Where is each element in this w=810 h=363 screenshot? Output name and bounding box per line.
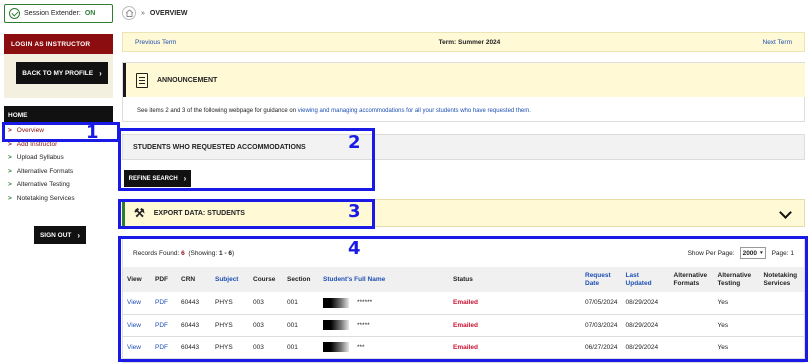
accommodations-guidance-link[interactable]: viewing and managing accommodations for … (298, 108, 531, 114)
annotation-box-2 (118, 128, 375, 191)
sidebar-item-notetaking-services[interactable]: > Notetaking Services (4, 192, 116, 206)
check-circle-icon (9, 8, 20, 19)
session-extender-state: ON (84, 10, 96, 17)
back-to-profile-label: BACK TO MY PROFILE (22, 69, 94, 77)
document-icon (136, 72, 148, 88)
sidebar-item-label: Upload Syllabus (16, 154, 64, 162)
announcement-header: ANNOUNCEMENT (123, 63, 805, 97)
sidebar-item-alternative-testing[interactable]: > Alternative Testing (4, 178, 116, 192)
annotation-box-1 (2, 122, 120, 142)
annotation-number-4: 4 (348, 238, 361, 259)
annotation-box-3 (118, 199, 375, 229)
sign-out-label: SIGN OUT (39, 231, 72, 239)
annotation-number-3: 3 (348, 201, 361, 222)
instructor-panel: LOGIN AS INSTRUCTOR BACK TO MY PROFILE › (4, 34, 113, 98)
sign-out-button[interactable]: SIGN OUT › (34, 226, 86, 244)
chevron-right-icon: > (8, 181, 12, 189)
home-icon[interactable] (122, 6, 136, 20)
term-navigation: Previous Term Term: Summer 2024 Next Ter… (122, 32, 805, 52)
annotation-box-4 (118, 236, 808, 362)
announcement-panel: ANNOUNCEMENT See items 2 and 3 of the fo… (122, 62, 805, 122)
breadcrumb: » OVERVIEW (122, 6, 188, 20)
announcement-title: ANNOUNCEMENT (157, 76, 218, 84)
chevron-right-icon: › (99, 68, 102, 78)
annotation-number-2: 2 (348, 132, 361, 153)
chevron-right-icon: > (8, 167, 12, 175)
previous-term-link[interactable]: Previous Term (135, 39, 176, 46)
sidebar: Session Extender: ON LOGIN AS INSTRUCTOR… (0, 0, 116, 363)
announcement-text: See items 2 and 3 of the following webpa… (137, 108, 531, 114)
chevron-right-icon: > (8, 194, 12, 202)
chevron-down-icon[interactable] (779, 206, 792, 219)
next-term-link[interactable]: Next Term (763, 39, 793, 46)
sidebar-item-alternative-formats[interactable]: > Alternative Formats (4, 165, 116, 179)
breadcrumb-separator: » (141, 9, 145, 17)
sidebar-item-label: Alternative Testing (16, 181, 70, 189)
session-extender-label: Session Extender: (24, 10, 81, 17)
sidebar-item-label: Notetaking Services (16, 194, 75, 202)
annotation-number-1: 1 (86, 122, 99, 143)
chevron-right-icon: > (8, 154, 12, 162)
session-extender-toggle[interactable]: Session Extender: ON (4, 4, 113, 23)
sidebar-item-upload-syllabus[interactable]: > Upload Syllabus (4, 151, 116, 165)
login-as-instructor-header: LOGIN AS INSTRUCTOR (4, 34, 113, 54)
home-header: HOME (4, 106, 113, 122)
sidebar-item-label: Alternative Formats (16, 167, 74, 175)
announcement-body: See items 2 and 3 of the following webpa… (137, 108, 298, 114)
back-to-profile-button[interactable]: BACK TO MY PROFILE › (16, 62, 108, 84)
chevron-right-icon: › (77, 230, 81, 240)
page-title: OVERVIEW (149, 9, 188, 17)
current-term: Term: Summer 2024 (438, 38, 501, 46)
